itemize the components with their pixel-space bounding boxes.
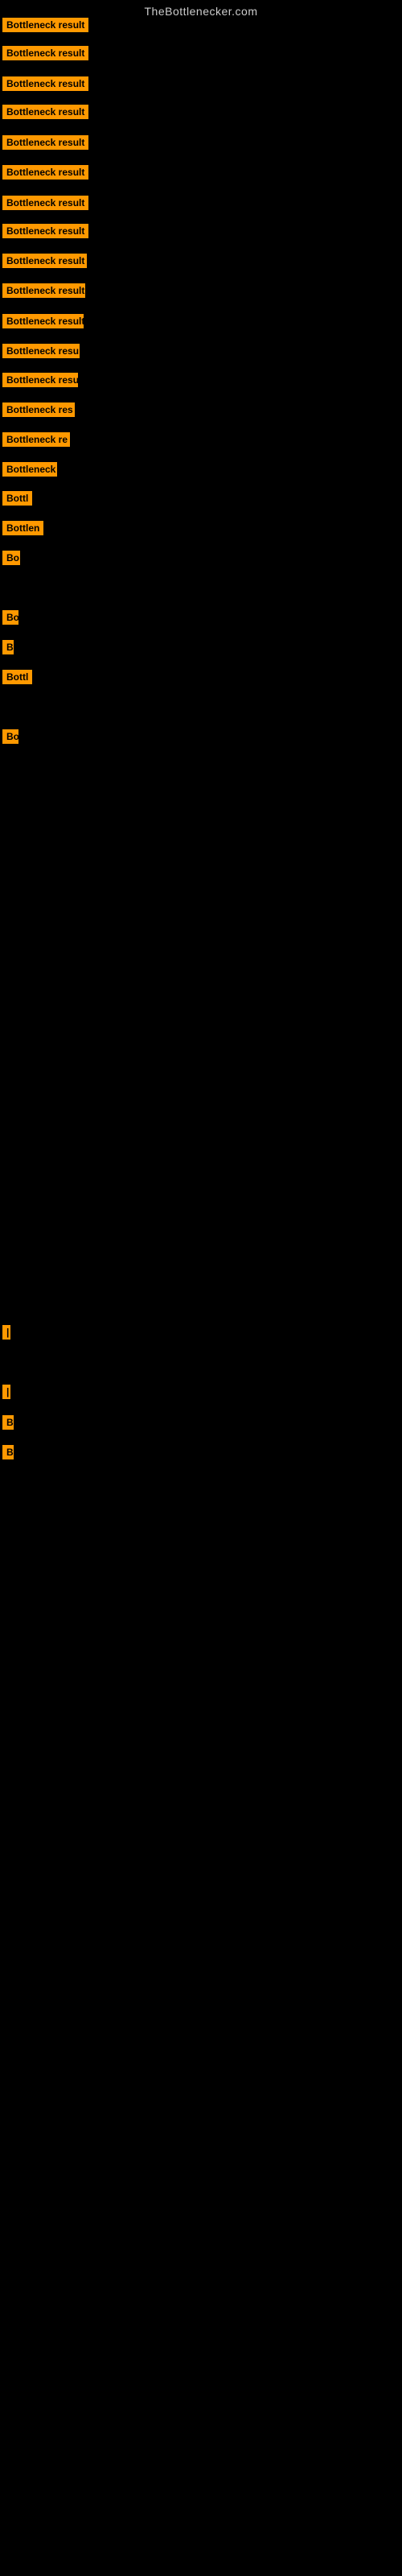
bottleneck-result-label: Bo [2,551,20,565]
bottleneck-result-label: B [2,640,14,654]
bottleneck-result-label: Bo [2,610,18,625]
bottleneck-result-label: Bottleneck result [2,105,88,119]
bottleneck-result-label: Bottleneck result [2,135,88,150]
bottleneck-result-label: Bottlen [2,521,43,535]
bottleneck-result-label: Bottleneck result [2,224,88,238]
bottleneck-result-label: Bottleneck result [2,314,84,328]
bottleneck-result-label: Bottleneck result [2,283,85,298]
bottleneck-result-label: Bottleneck result [2,18,88,32]
bottleneck-result-label: B [2,1415,14,1430]
bottleneck-result-label: | [2,1385,10,1399]
bottleneck-result-label: Bottleneck result [2,46,88,60]
bottleneck-result-label: Bottleneck res [2,402,75,417]
bottleneck-result-label: Bottleneck re [2,432,70,447]
bottleneck-result-label: Bottleneck result [2,76,88,91]
bottleneck-result-label: | [2,1325,10,1340]
bottleneck-result-label: Bottleneck [2,462,57,477]
bottleneck-result-label: Bottleneck result [2,196,88,210]
bottleneck-result-label: Bottl [2,670,32,684]
bottleneck-result-label: Bottleneck result [2,254,87,268]
bottleneck-result-label: Bottleneck result [2,165,88,180]
bottleneck-result-label: Bottl [2,491,32,506]
bottleneck-result-label: B [2,1445,14,1459]
bottleneck-result-label: Bo [2,729,18,744]
bottleneck-result-label: Bottleneck resu [2,344,80,358]
bottleneck-result-label: Bottleneck resu [2,373,78,387]
